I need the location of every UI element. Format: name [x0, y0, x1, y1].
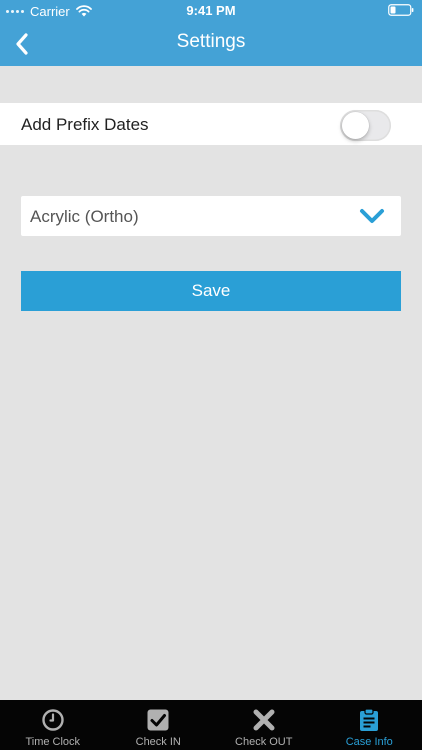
header: Carrier 9:41 PM Settings: [0, 0, 422, 66]
page-title: Settings: [176, 31, 246, 52]
toggle-knob: [342, 112, 369, 139]
tab-label: Check OUT: [235, 736, 293, 748]
nav-bar: Settings: [0, 22, 422, 66]
prefix-dates-row: Add Prefix Dates: [0, 103, 422, 145]
tab-time-clock[interactable]: Time Clock: [0, 700, 106, 750]
clock-icon: [42, 709, 64, 731]
tab-check-in[interactable]: Check IN: [106, 700, 212, 750]
chevron-down-icon: [360, 209, 384, 223]
material-select[interactable]: Acrylic (Ortho): [21, 196, 401, 236]
tab-check-out[interactable]: Check OUT: [211, 700, 317, 750]
tab-bar: Time Clock Check IN Check OUT Case Info: [0, 700, 422, 750]
chevron-left-icon: [16, 33, 28, 55]
prefix-dates-label: Add Prefix Dates: [21, 115, 149, 134]
settings-screen: Carrier 9:41 PM Settings Add Prefix Date…: [0, 0, 422, 750]
tab-label: Case Info: [345, 736, 393, 748]
x-icon: [253, 709, 275, 731]
prefix-dates-toggle[interactable]: [340, 110, 391, 141]
status-time: 9:41 PM: [186, 3, 236, 18]
tab-case-info[interactable]: Case Info: [317, 700, 422, 750]
tab-label: Check IN: [135, 736, 181, 748]
material-select-value: Acrylic (Ortho): [30, 207, 139, 226]
back-button[interactable]: [8, 28, 36, 60]
save-button[interactable]: Save: [21, 271, 401, 311]
tab-label: Time Clock: [25, 736, 81, 748]
status-bar: Carrier 9:41 PM: [0, 0, 422, 22]
clipboard-icon: [360, 708, 379, 731]
battery-icon: [388, 4, 414, 16]
checkbox-icon: [147, 709, 169, 731]
